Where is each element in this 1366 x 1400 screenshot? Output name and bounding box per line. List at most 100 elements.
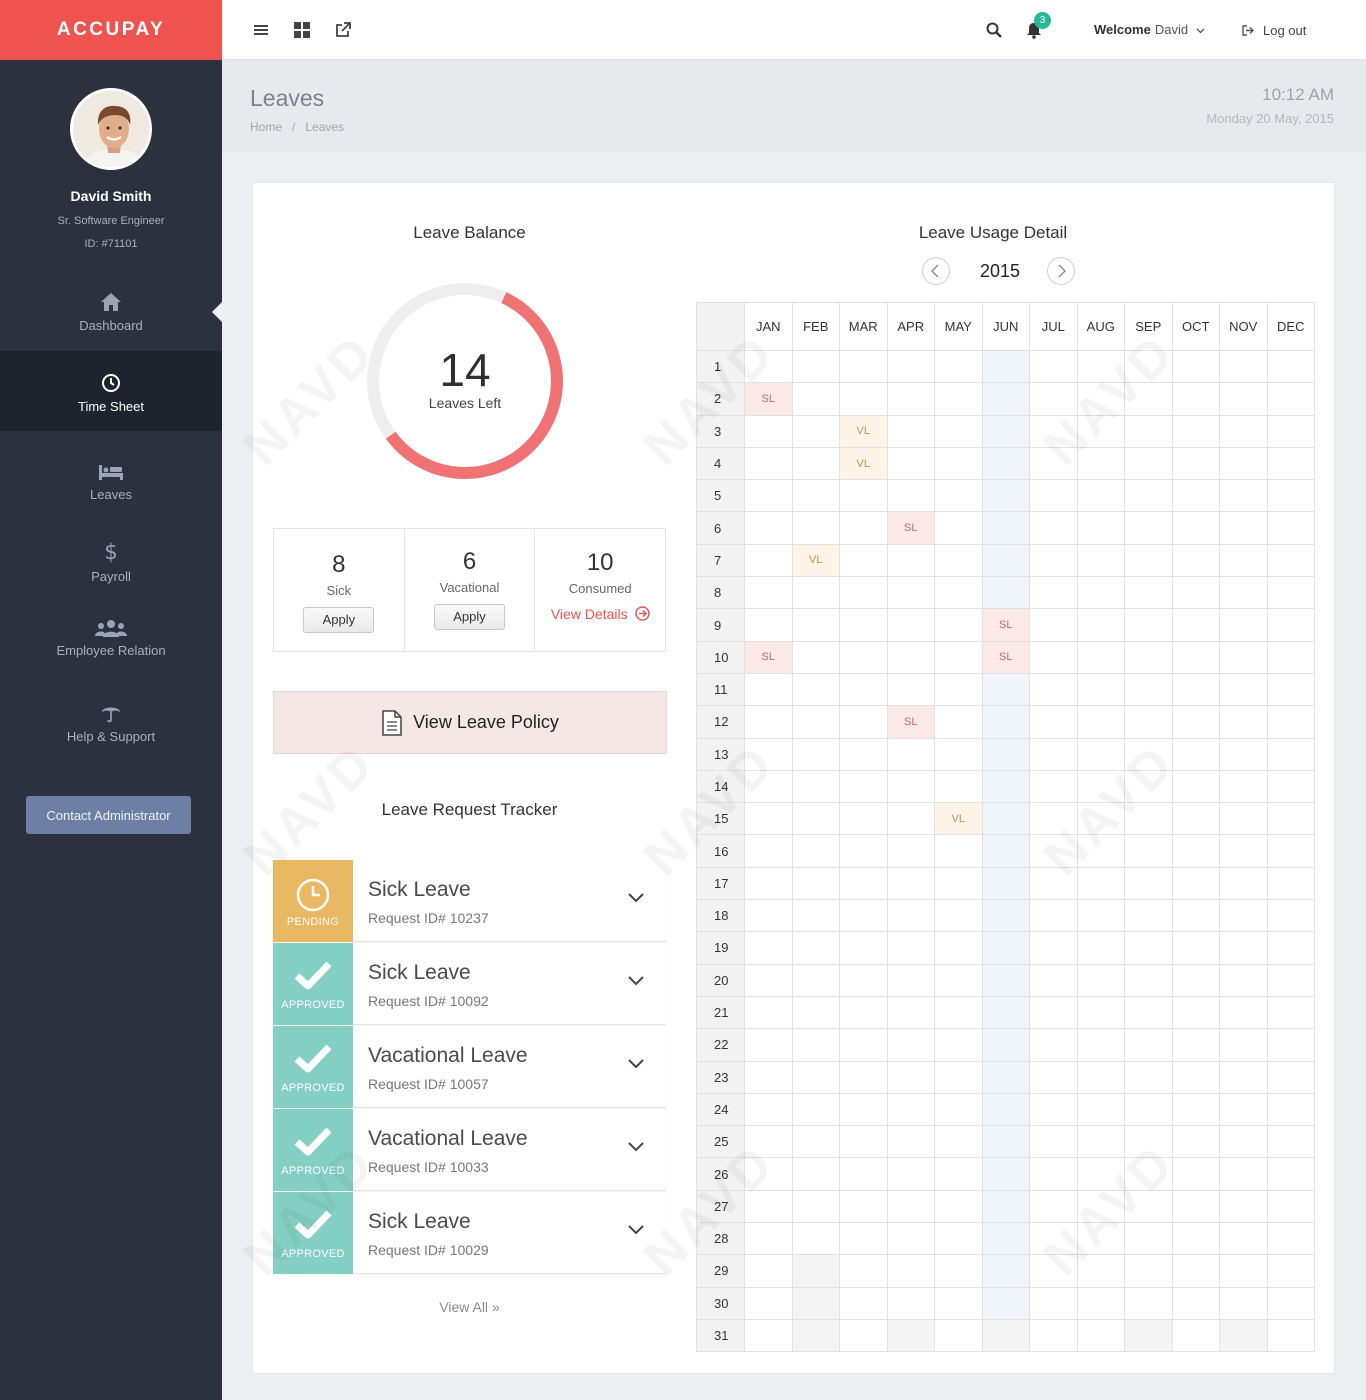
- brand-logo[interactable]: ACCUPAY: [0, 0, 222, 60]
- calendar-cell[interactable]: [934, 479, 983, 513]
- calendar-cell[interactable]: [1124, 543, 1173, 578]
- calendar-cell[interactable]: [1029, 1060, 1078, 1094]
- calendar-cell[interactable]: [1266, 608, 1315, 642]
- calendar-cell[interactable]: [1076, 543, 1125, 578]
- calendar-cell[interactable]: [1219, 737, 1268, 771]
- calendar-cell[interactable]: [1029, 1318, 1078, 1353]
- calendar-cell[interactable]: [1219, 479, 1268, 513]
- logout-link[interactable]: Log out: [1242, 23, 1306, 38]
- calendar-cell[interactable]: [934, 705, 983, 739]
- calendar-cell[interactable]: [981, 1125, 1030, 1159]
- calendar-cell[interactable]: [981, 737, 1030, 771]
- avatar[interactable]: [70, 88, 152, 170]
- calendar-cell[interactable]: [1219, 963, 1268, 997]
- calendar-cell[interactable]: [981, 995, 1030, 1030]
- calendar-cell[interactable]: [1171, 1222, 1220, 1256]
- calendar-cell[interactable]: [791, 1092, 840, 1127]
- view-all-link[interactable]: View All »: [273, 1299, 666, 1315]
- calendar-cell[interactable]: [934, 543, 983, 578]
- calendar-cell[interactable]: [744, 1092, 793, 1127]
- leave-mark[interactable]: VL: [934, 802, 983, 836]
- calendar-cell[interactable]: [1219, 769, 1268, 804]
- calendar-cell[interactable]: [1266, 479, 1315, 513]
- calendar-cell[interactable]: [934, 446, 983, 481]
- chevron-down-icon[interactable]: [627, 892, 645, 904]
- calendar-cell[interactable]: [839, 1222, 888, 1256]
- calendar-cell[interactable]: [791, 446, 840, 481]
- calendar-cell[interactable]: [1266, 414, 1315, 448]
- calendar-cell[interactable]: [886, 1060, 935, 1094]
- calendar-cell[interactable]: [1219, 802, 1268, 836]
- calendar-cell[interactable]: [1266, 1157, 1315, 1191]
- calendar-cell[interactable]: [981, 543, 1030, 578]
- calendar-cell[interactable]: [1266, 446, 1315, 481]
- calendar-cell[interactable]: [886, 640, 935, 674]
- calendar-cell[interactable]: [1171, 543, 1220, 578]
- calendar-cell[interactable]: [886, 382, 935, 416]
- calendar-cell[interactable]: [934, 1189, 983, 1224]
- calendar-cell[interactable]: [1029, 1286, 1078, 1320]
- nav-item-payroll[interactable]: $ Payroll: [0, 511, 222, 591]
- calendar-cell[interactable]: [886, 769, 935, 804]
- calendar-cell[interactable]: [1219, 543, 1268, 578]
- calendar-cell[interactable]: [1266, 576, 1315, 610]
- leave-mark[interactable]: VL: [839, 414, 888, 448]
- calendar-cell[interactable]: [1266, 802, 1315, 836]
- calendar-cell[interactable]: [1029, 543, 1078, 578]
- calendar-cell[interactable]: [934, 995, 983, 1030]
- calendar-cell[interactable]: [791, 1157, 840, 1191]
- calendar-cell[interactable]: [934, 640, 983, 674]
- calendar-cell[interactable]: [886, 1125, 935, 1159]
- calendar-cell[interactable]: [886, 672, 935, 707]
- calendar-cell[interactable]: [934, 1157, 983, 1191]
- calendar-cell[interactable]: [1219, 576, 1268, 610]
- calendar-cell[interactable]: [791, 737, 840, 771]
- calendar-cell[interactable]: [1266, 1028, 1315, 1062]
- calendar-cell[interactable]: [1029, 608, 1078, 642]
- calendar-cell[interactable]: [744, 1254, 793, 1288]
- calendar-cell[interactable]: [1076, 479, 1125, 513]
- calendar-cell[interactable]: [744, 414, 793, 448]
- calendar-cell[interactable]: [839, 995, 888, 1030]
- calendar-cell[interactable]: [934, 349, 983, 384]
- calendar-cell[interactable]: [1029, 899, 1078, 933]
- calendar-cell[interactable]: [839, 608, 888, 642]
- calendar-cell[interactable]: [839, 899, 888, 933]
- calendar-cell[interactable]: [1171, 608, 1220, 642]
- calendar-cell[interactable]: [1171, 995, 1220, 1030]
- calendar-cell[interactable]: [1124, 576, 1173, 610]
- calendar-cell[interactable]: [1266, 705, 1315, 739]
- nav-item-help-support[interactable]: Help & Support: [0, 671, 222, 751]
- calendar-cell[interactable]: [1219, 1028, 1268, 1062]
- calendar-cell[interactable]: [791, 414, 840, 448]
- calendar-cell[interactable]: [886, 479, 935, 513]
- calendar-cell[interactable]: [1266, 1254, 1315, 1288]
- calendar-cell[interactable]: [1124, 995, 1173, 1030]
- calendar-cell[interactable]: [744, 576, 793, 610]
- calendar-cell[interactable]: [934, 511, 983, 545]
- calendar-cell[interactable]: [1029, 1157, 1078, 1191]
- calendar-cell[interactable]: [886, 899, 935, 933]
- calendar-cell[interactable]: [1076, 1092, 1125, 1127]
- calendar-cell[interactable]: [1266, 349, 1315, 384]
- calendar-cell[interactable]: [791, 511, 840, 545]
- calendar-cell[interactable]: [1266, 769, 1315, 804]
- calendar-cell[interactable]: [1266, 963, 1315, 997]
- calendar-cell[interactable]: [934, 1125, 983, 1159]
- calendar-cell[interactable]: [839, 1254, 888, 1288]
- calendar-cell[interactable]: [744, 1286, 793, 1320]
- calendar-cell[interactable]: [791, 576, 840, 610]
- leave-request-item[interactable]: APPROVED Vacational Leave Request ID# 1005…: [273, 1026, 666, 1108]
- leave-mark[interactable]: SL: [886, 511, 935, 545]
- calendar-cell[interactable]: [791, 382, 840, 416]
- calendar-cell[interactable]: [1029, 737, 1078, 771]
- calendar-cell[interactable]: [1219, 1157, 1268, 1191]
- calendar-cell[interactable]: [1171, 705, 1220, 739]
- calendar-cell[interactable]: [1076, 1125, 1125, 1159]
- calendar-cell[interactable]: [1124, 899, 1173, 933]
- calendar-cell[interactable]: [934, 866, 983, 901]
- calendar-cell[interactable]: [886, 446, 935, 481]
- calendar-cell[interactable]: [1076, 1286, 1125, 1320]
- calendar-cell[interactable]: [1029, 769, 1078, 804]
- calendar-cell[interactable]: [791, 705, 840, 739]
